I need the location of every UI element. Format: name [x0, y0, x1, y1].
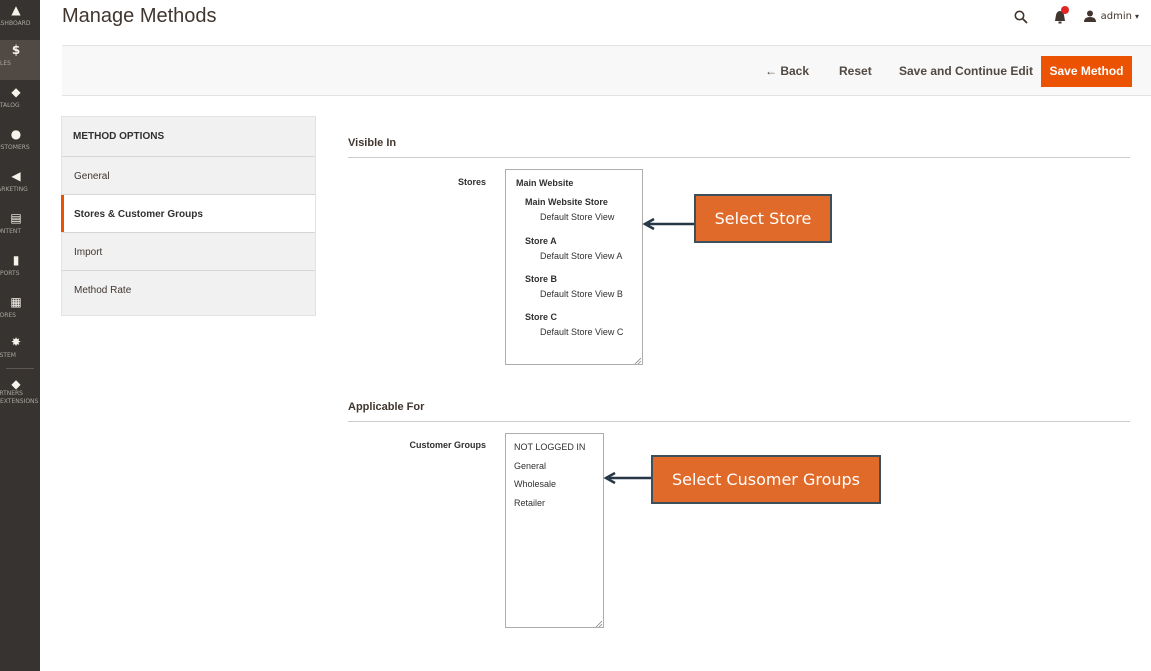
back-button[interactable]: ← Back	[765, 64, 809, 78]
customer-groups-label: Customer Groups	[409, 440, 486, 450]
resize-handle-icon[interactable]	[634, 356, 642, 365]
stores-label: Stores	[457, 177, 486, 187]
save-and-continue-button[interactable]: Save and Continue Edit	[899, 64, 1033, 78]
header-actions: admin ▾	[1014, 6, 1139, 26]
stores-multiselect[interactable]: Main Website Main Website Store Default …	[505, 169, 643, 365]
megaphone-icon: ◀	[11, 169, 21, 183]
arrow-left-icon: ←	[765, 64, 781, 78]
store-option[interactable]: Main Website	[516, 178, 573, 188]
notification-badge	[1060, 6, 1069, 14]
customers-icon: ●	[10, 127, 22, 141]
reports-icon: ▮	[12, 253, 20, 267]
store-option[interactable]: Default Store View A	[540, 251, 622, 261]
callout-arrow-store	[642, 217, 696, 231]
select-customer-groups-callout: Select Cusomer Groups	[651, 455, 881, 504]
dashboard-icon: ▲	[11, 3, 21, 17]
nav-label: CATALOG	[0, 102, 20, 109]
nav-label: MARKETING	[0, 186, 28, 193]
cube-icon: ◆	[11, 85, 21, 99]
nav-item-customers[interactable]: ● CUSTOMERS	[0, 124, 40, 164]
section-divider	[348, 421, 1130, 422]
tab-method-rate[interactable]: Method Rate	[62, 271, 315, 309]
nav-item-stores[interactable]: ▦ STORES	[0, 292, 40, 332]
tab-import[interactable]: Import	[62, 233, 315, 271]
nav-label: DASHBOARD	[0, 20, 31, 27]
resize-handle-icon[interactable]	[595, 619, 603, 628]
method-options-tabs: METHOD OPTIONS General Stores & Customer…	[61, 116, 316, 316]
store-option[interactable]: Main Website Store	[525, 197, 608, 207]
nav-label: SYSTEM	[0, 352, 16, 359]
dollar-icon: $	[11, 43, 21, 57]
customer-group-option[interactable]: Retailer	[514, 498, 545, 508]
extensions-icon: ◆	[11, 377, 21, 391]
applicable-for-title: Applicable For	[348, 401, 425, 413]
tabs-title: METHOD OPTIONS	[62, 117, 315, 157]
tab-stores-customer-groups[interactable]: Stores & Customer Groups	[61, 195, 315, 233]
search-icon[interactable]	[1014, 9, 1028, 24]
save-method-button[interactable]: Save Method	[1041, 56, 1132, 87]
nav-label: STORES	[0, 312, 16, 319]
customer-group-option[interactable]: Wholesale	[514, 479, 556, 489]
stores-icon: ▦	[10, 295, 22, 309]
customer-groups-multiselect[interactable]: NOT LOGGED IN General Wholesale Retailer	[505, 433, 604, 628]
nav-item-marketing[interactable]: ◀ MARKETING	[0, 166, 40, 206]
back-label: Back	[780, 64, 810, 78]
page-title: Manage Methods	[62, 5, 217, 27]
nav-label: SALES	[0, 60, 11, 67]
page-actions-bar: ← Back Reset Save and Continue Edit Save…	[62, 45, 1151, 96]
customer-group-option[interactable]: General	[514, 461, 546, 471]
section-divider	[348, 157, 1130, 158]
nav-divider	[6, 368, 34, 369]
nav-label: CONTENT	[0, 228, 22, 235]
nav-item-dashboard[interactable]: ▲ DASHBOARD	[0, 0, 40, 40]
chevron-down-icon: ▾	[1134, 11, 1139, 21]
nav-label: REPORTS	[0, 270, 20, 277]
tab-general[interactable]: General	[62, 157, 315, 195]
store-option[interactable]: Default Store View B	[540, 289, 623, 299]
admin-sidebar: ▲ DASHBOARD $ SALES ◆ CATALOG ● CUSTOMER…	[0, 0, 40, 671]
store-option[interactable]: Store A	[525, 236, 557, 246]
nav-item-reports[interactable]: ▮ REPORTS	[0, 250, 40, 290]
visible-in-title: Visible In	[348, 137, 397, 149]
user-icon	[1083, 10, 1096, 22]
nav-item-extensions[interactable]: ◆ PARTNERS EXTENSIONS	[0, 374, 40, 414]
nav-item-catalog[interactable]: ◆ CATALOG	[0, 82, 40, 122]
nav-label: CUSTOMERS	[0, 144, 30, 151]
gear-icon: ✸	[10, 335, 22, 349]
nav-item-system[interactable]: ✸ SYSTEM	[0, 332, 40, 372]
nav-item-content[interactable]: ▤ CONTENT	[0, 208, 40, 248]
store-option[interactable]: Default Store View	[540, 212, 614, 222]
store-option[interactable]: Store B	[525, 274, 557, 284]
notifications-bell-icon[interactable]	[1052, 6, 1069, 24]
user-menu[interactable]: admin ▾	[1083, 10, 1139, 22]
callout-arrow-groups	[603, 471, 653, 485]
user-name: admin	[1100, 10, 1132, 22]
reset-button[interactable]: Reset	[839, 64, 872, 78]
store-option[interactable]: Store C	[525, 312, 557, 322]
nav-item-sales[interactable]: $ SALES	[0, 40, 40, 80]
customer-group-option[interactable]: NOT LOGGED IN	[514, 442, 585, 452]
content-icon: ▤	[10, 211, 22, 225]
select-store-callout: Select Store	[694, 194, 832, 243]
store-option[interactable]: Default Store View C	[540, 327, 623, 337]
nav-label: PARTNERS EXTENSIONS	[0, 390, 39, 405]
